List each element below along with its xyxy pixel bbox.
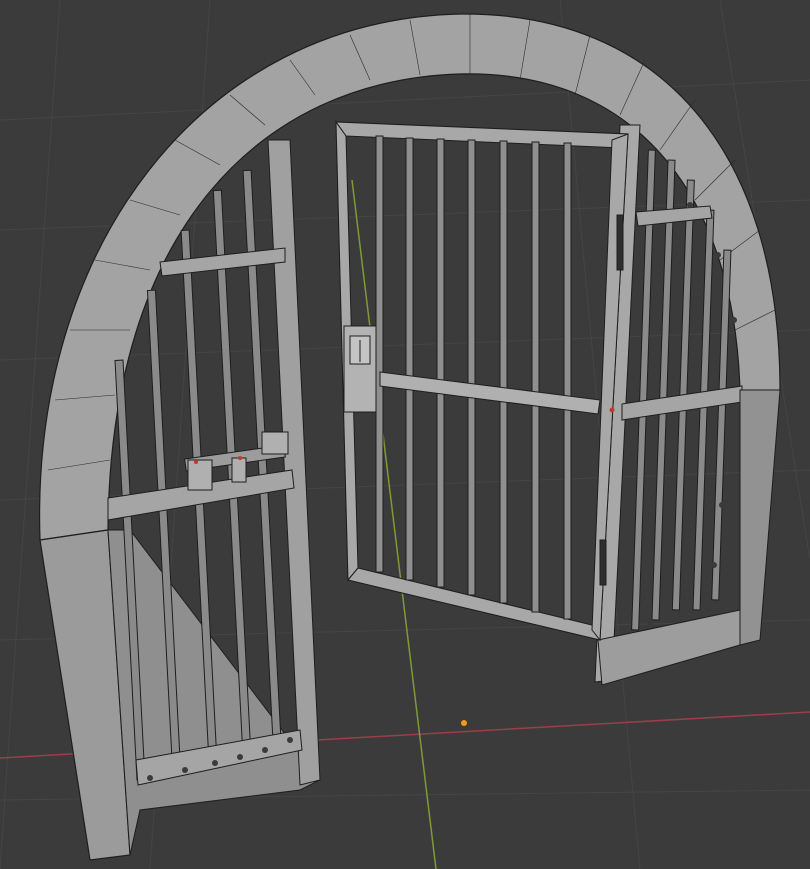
- right-pillar[interactable]: [597, 609, 741, 686]
- y-axis-line: [351, 179, 437, 869]
- 3d-viewport[interactable]: [0, 0, 810, 869]
- object-origin[interactable]: [461, 720, 467, 726]
- right-pillar-face: [739, 389, 781, 646]
- open-door[interactable]: [334, 120, 629, 642]
- door-lock: [343, 325, 377, 413]
- selected-vertex: [609, 407, 615, 413]
